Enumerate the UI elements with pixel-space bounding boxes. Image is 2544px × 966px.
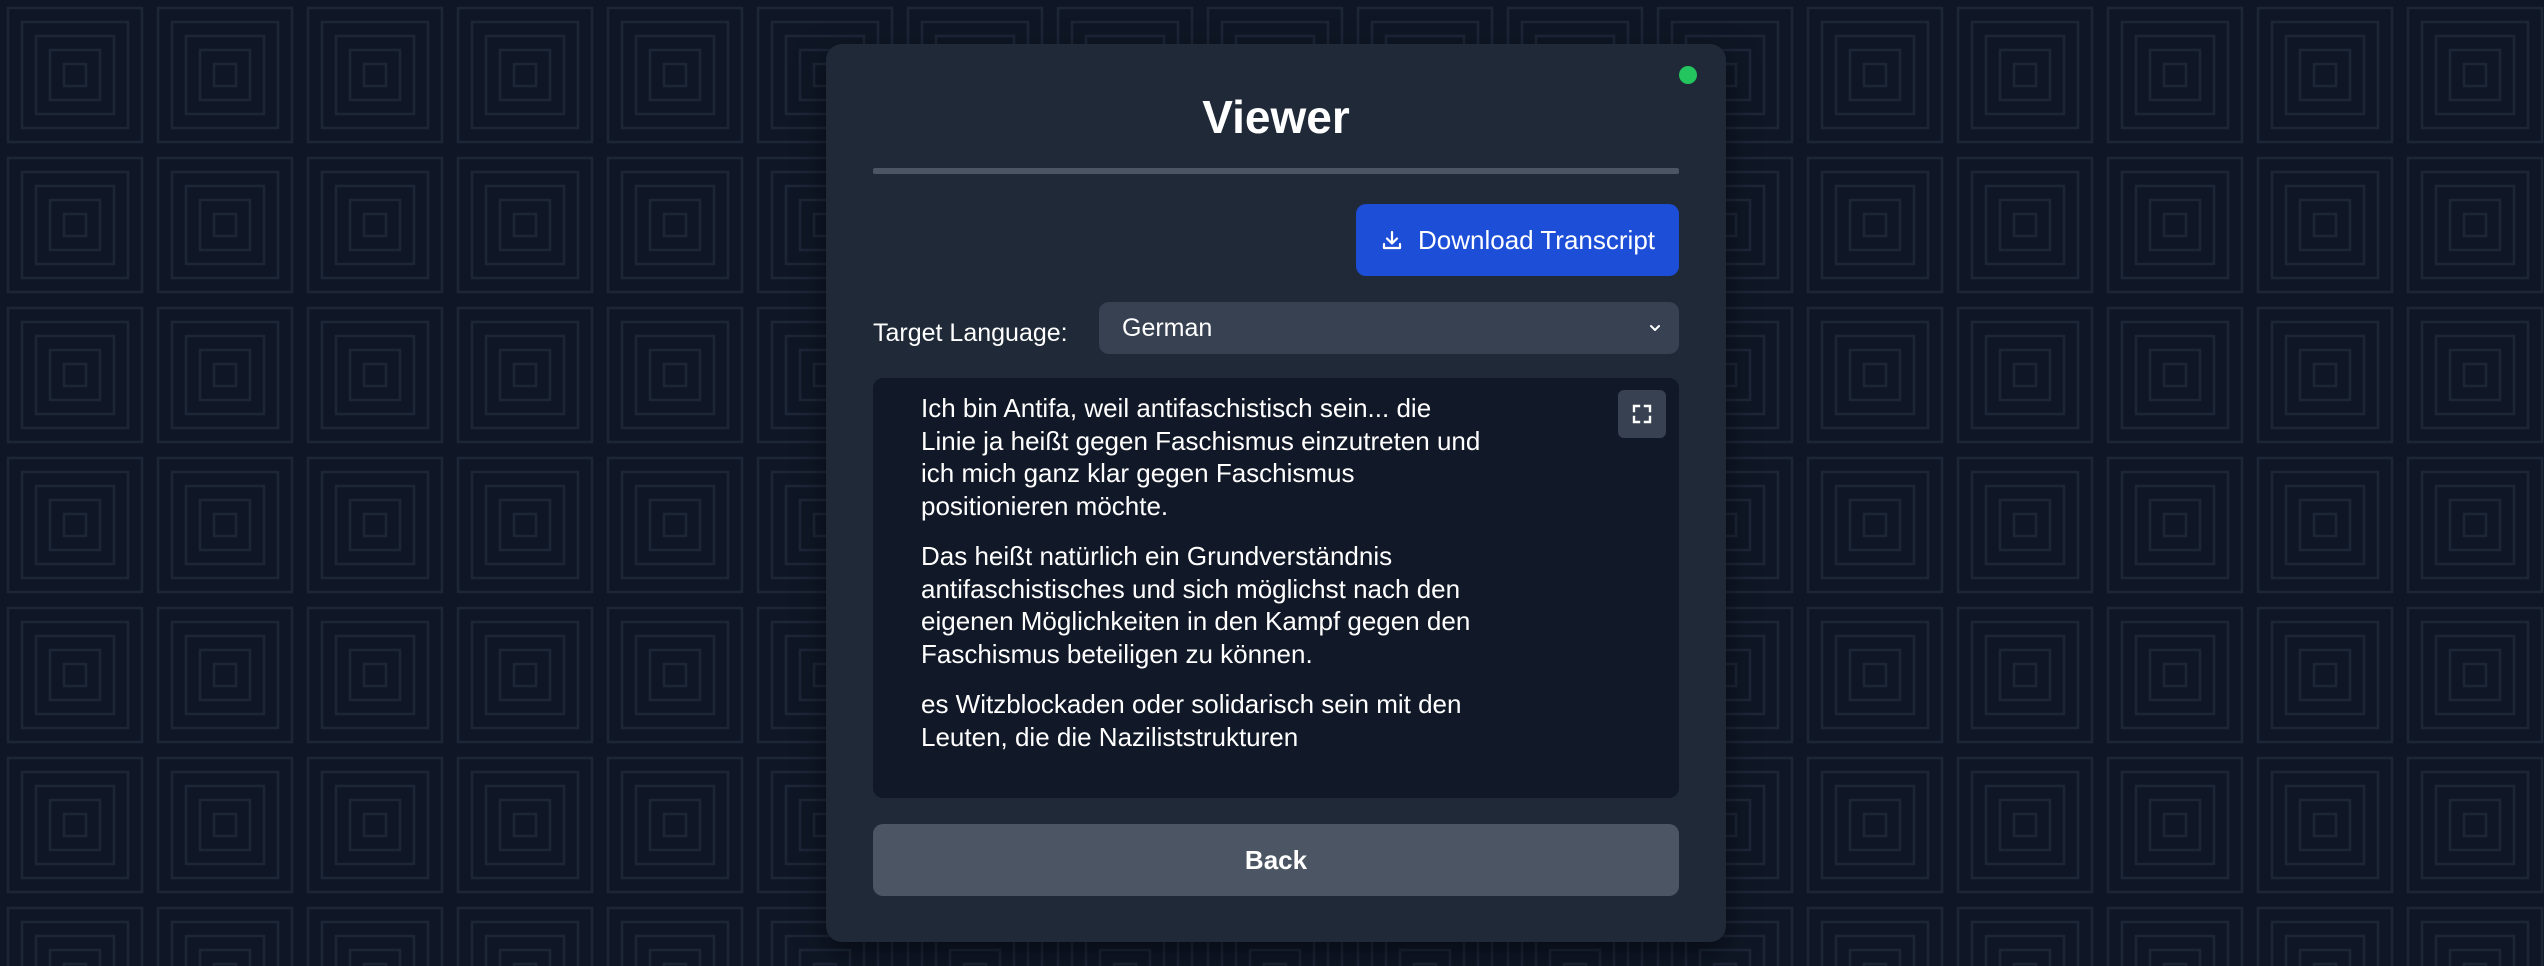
online-status-dot xyxy=(1679,66,1697,84)
page-title: Viewer xyxy=(1202,91,1350,143)
transcript-paragraph: Das heißt natürlich ein Grundverständnis… xyxy=(921,541,1471,669)
download-transcript-label: Download Transcript xyxy=(1418,224,1655,255)
download-transcript-button[interactable]: Download Transcript xyxy=(1356,204,1679,276)
target-language-select[interactable]: German xyxy=(1099,302,1679,354)
viewer-card: Viewer Download Transcript Target Langua… xyxy=(826,44,1726,942)
chevron-down-icon xyxy=(1647,320,1663,336)
back-button[interactable]: Back xyxy=(873,824,1679,896)
transcript-paragraph: es Witzblockaden oder solidarisch sein m… xyxy=(921,689,1462,752)
transcript-panel[interactable]: Ich bin Antifa, weil antifaschistisch se… xyxy=(873,378,1679,798)
target-language-value: German xyxy=(1122,313,1213,342)
fullscreen-button[interactable] xyxy=(1618,390,1666,438)
transcript-text: Ich bin Antifa, weil antifaschistisch se… xyxy=(921,392,1481,784)
target-language-label: Target Language: xyxy=(873,319,1068,347)
transcript-paragraph: Ich bin Antifa, weil antifaschistisch se… xyxy=(921,393,1481,521)
title-divider xyxy=(873,168,1679,174)
download-icon xyxy=(1380,228,1404,252)
fullscreen-icon xyxy=(1630,402,1654,426)
